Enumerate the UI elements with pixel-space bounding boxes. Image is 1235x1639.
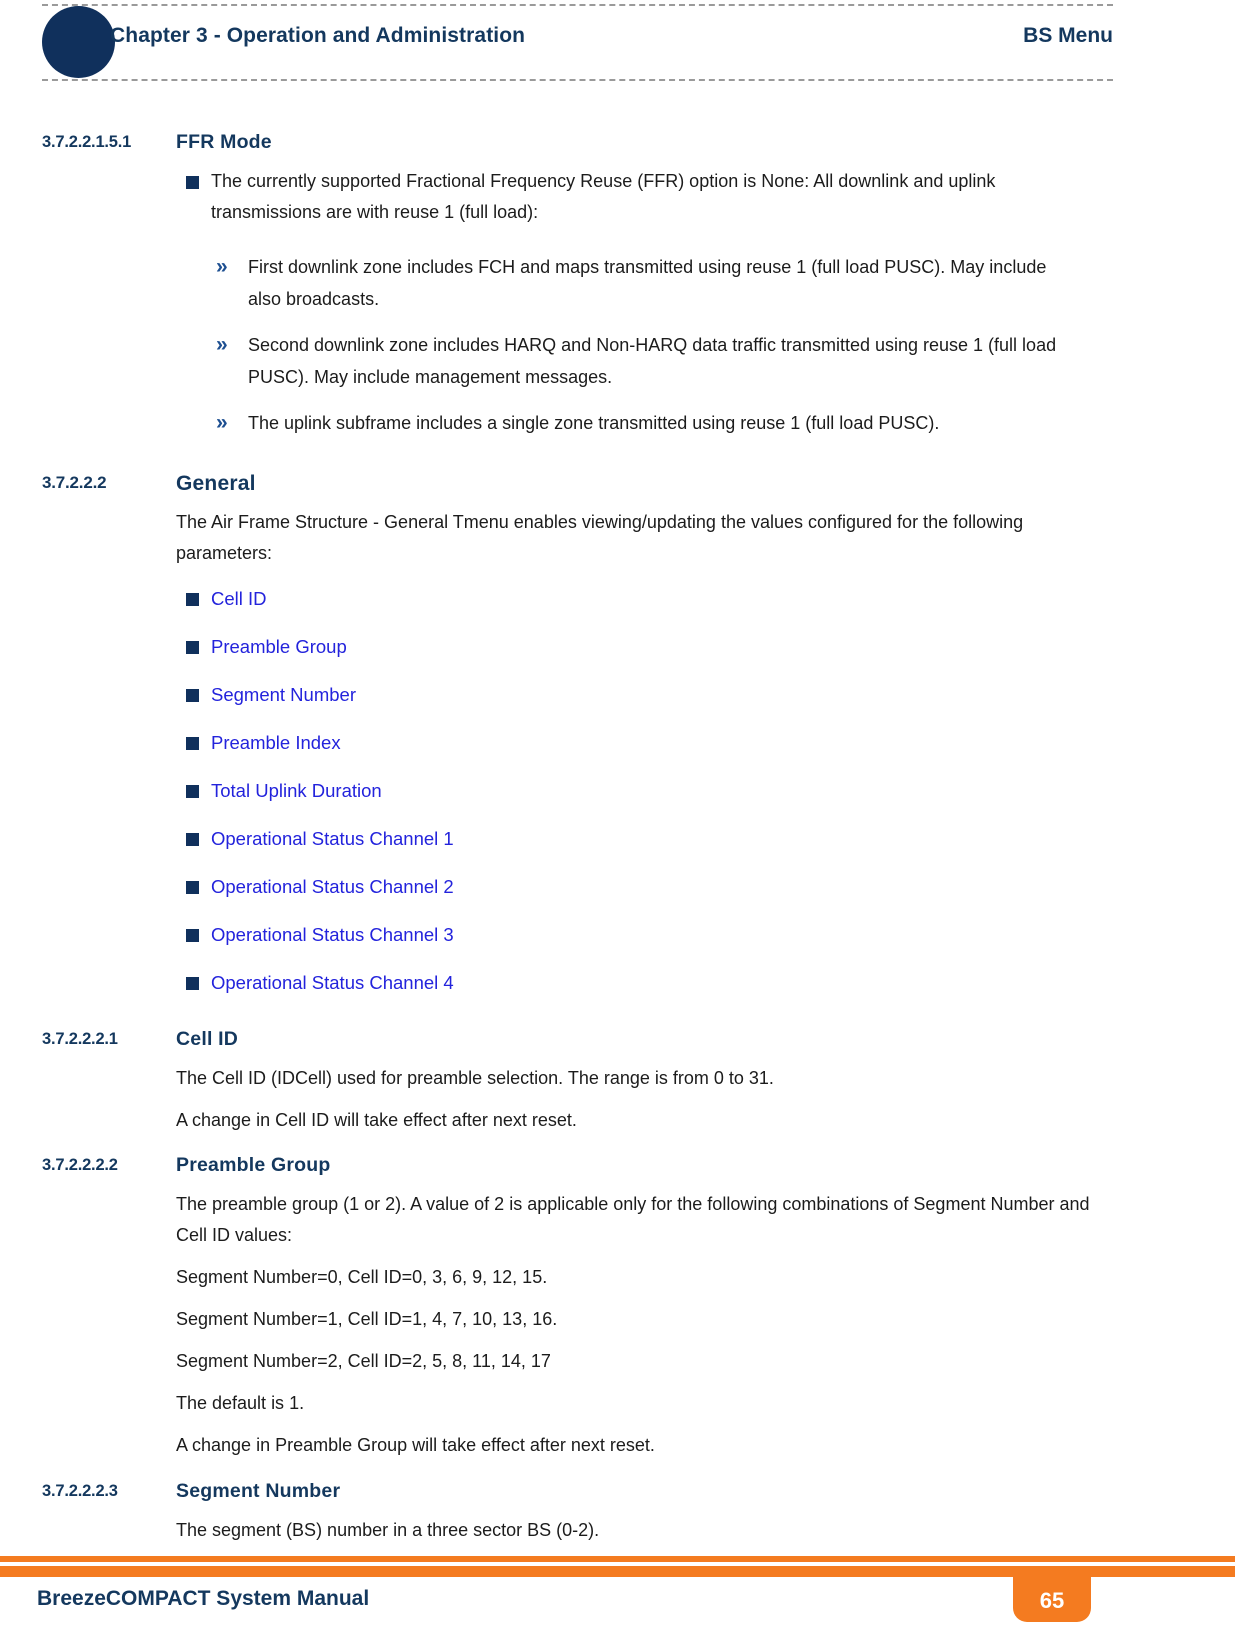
link-preamble-index[interactable]: Preamble Index [211, 732, 341, 753]
section-cell-id: 3.7.2.2.2.1 Cell ID The Cell ID (IDCell)… [0, 1027, 1235, 1136]
section-segment-number: 3.7.2.2.2.3 Segment Number The segment (… [0, 1481, 1235, 1546]
square-bullet-icon [186, 176, 199, 189]
square-bullet-icon [186, 784, 199, 798]
heading-title: Cell ID [176, 1027, 239, 1050]
heading-segment-number: 3.7.2.2.2.3 Segment Number [0, 1481, 1235, 1511]
square-bullet-icon [186, 928, 199, 942]
paragraph: Segment Number=1, Cell ID=1, 4, 7, 10, 1… [176, 1309, 558, 1330]
link-preamble-group[interactable]: Preamble Group [211, 636, 347, 657]
link-cell-id[interactable]: Cell ID [211, 588, 267, 609]
paragraph: Segment Number=0, Cell ID=0, 3, 6, 9, 12… [176, 1267, 548, 1288]
header-circle-decoration [42, 6, 115, 78]
list-item-text: Second downlink zone includes HARQ and N… [248, 334, 1057, 387]
paragraph: A change in Preamble Group will take eff… [176, 1435, 655, 1456]
list-item: » First downlink zone includes FCH and m… [0, 251, 1235, 315]
heading-title: Segment Number [176, 1480, 341, 1503]
header-top-dotted-rule [42, 4, 1113, 6]
list-item[interactable]: Segment Number [0, 679, 1235, 711]
general-intro-paragraph: The Air Frame Structure - General Tmenu … [176, 512, 1024, 564]
square-bullet-icon [186, 688, 199, 702]
heading-number: 3.7.2.2.2 [42, 473, 107, 493]
double-chevron-icon: » [216, 254, 228, 278]
heading-title: FFR Mode [176, 131, 272, 153]
footer-document-title: BreezeCOMPACT System Manual [37, 1587, 370, 1610]
page-header: Chapter 3 - Operation and Administration… [0, 0, 1235, 90]
heading-number: 3.7.2.2.2.2 [42, 1156, 118, 1175]
list-item[interactable]: Cell ID [0, 583, 1235, 615]
list-item[interactable]: Operational Status Channel 3 [0, 919, 1235, 951]
square-bullet-icon [186, 880, 199, 894]
list-item[interactable]: Preamble Group [0, 631, 1235, 663]
header-bottom-dotted-rule [42, 79, 1113, 81]
heading-general: 3.7.2.2.2 General [0, 473, 1235, 503]
square-bullet-icon [186, 640, 199, 654]
heading-title: Preamble Group [176, 1154, 331, 1177]
square-bullet-icon [186, 736, 199, 750]
paragraph: Segment Number=2, Cell ID=2, 5, 8, 11, 1… [176, 1351, 551, 1372]
list-item: » The uplink subframe includes a single … [0, 407, 1235, 439]
list-item: The currently supported Fractional Frequ… [0, 166, 1235, 228]
heading-preamble-group: 3.7.2.2.2.2 Preamble Group [0, 1155, 1235, 1185]
paragraph: The segment (BS) number in a three secto… [176, 1520, 600, 1541]
page-footer: BreezeCOMPACT System Manual 65 [0, 1549, 1235, 1639]
section-ffr-mode: 3.7.2.2.1.5.1 FFR Mode The currently sup… [0, 132, 1235, 439]
link-total-uplink-duration[interactable]: Total Uplink Duration [211, 780, 382, 801]
double-chevron-icon: » [216, 332, 228, 356]
link-operational-status-channel-3[interactable]: Operational Status Channel 3 [211, 924, 454, 945]
list-item-text: First downlink zone includes FCH and map… [248, 256, 1047, 309]
list-item: » Second downlink zone includes HARQ and… [0, 329, 1235, 393]
heading-ffr-mode: 3.7.2.2.1.5.1 FFR Mode [0, 132, 1235, 162]
list-item[interactable]: Operational Status Channel 2 [0, 871, 1235, 903]
link-operational-status-channel-1[interactable]: Operational Status Channel 1 [211, 828, 454, 849]
double-chevron-icon: » [216, 411, 228, 435]
list-item[interactable]: Preamble Index [0, 727, 1235, 759]
paragraph: A change in Cell ID will take effect aft… [176, 1109, 577, 1130]
paragraph: The default is 1. [176, 1393, 305, 1414]
section-general: 3.7.2.2.2 General The Air Frame Structur… [0, 473, 1235, 998]
general-parameter-link-list: Cell ID Preamble Group Segment Number Pr… [0, 583, 1235, 999]
page-content: 3.7.2.2.1.5.1 FFR Mode The currently sup… [0, 132, 1235, 1546]
list-item-text: The uplink subframe includes a single zo… [248, 413, 940, 434]
heading-cell-id: 3.7.2.2.2.1 Cell ID [0, 1027, 1235, 1059]
square-bullet-icon [186, 592, 199, 606]
list-item[interactable]: Operational Status Channel 4 [0, 967, 1235, 999]
section-preamble-group: 3.7.2.2.2.2 Preamble Group The preamble … [0, 1155, 1235, 1461]
paragraph: The preamble group (1 or 2). A value of … [176, 1194, 1090, 1246]
list-item[interactable]: Total Uplink Duration [0, 775, 1235, 807]
footer-page-number-tab: 65 [1013, 1566, 1091, 1622]
header-section-title: BS Menu [1023, 24, 1113, 47]
link-segment-number[interactable]: Segment Number [211, 684, 356, 705]
heading-title: General [176, 472, 256, 496]
heading-number: 3.7.2.2.1.5.1 [42, 133, 132, 151]
square-bullet-icon [186, 832, 199, 846]
footer-rule-thin [0, 1556, 1235, 1562]
list-item-text: The currently supported Fractional Frequ… [211, 171, 996, 222]
header-chapter-title: Chapter 3 - Operation and Administration [110, 24, 526, 47]
heading-number: 3.7.2.2.2.3 [42, 1482, 118, 1501]
paragraph: The Cell ID (IDCell) used for preamble s… [176, 1067, 774, 1088]
square-bullet-icon [186, 976, 199, 990]
link-operational-status-channel-2[interactable]: Operational Status Channel 2 [211, 876, 454, 897]
ffr-mode-bullet-list: The currently supported Fractional Frequ… [0, 166, 1235, 228]
link-operational-status-channel-4[interactable]: Operational Status Channel 4 [211, 972, 454, 993]
list-item[interactable]: Operational Status Channel 1 [0, 823, 1235, 855]
heading-number: 3.7.2.2.2.1 [42, 1029, 118, 1048]
ffr-mode-sub-list: » First downlink zone includes FCH and m… [0, 251, 1235, 439]
